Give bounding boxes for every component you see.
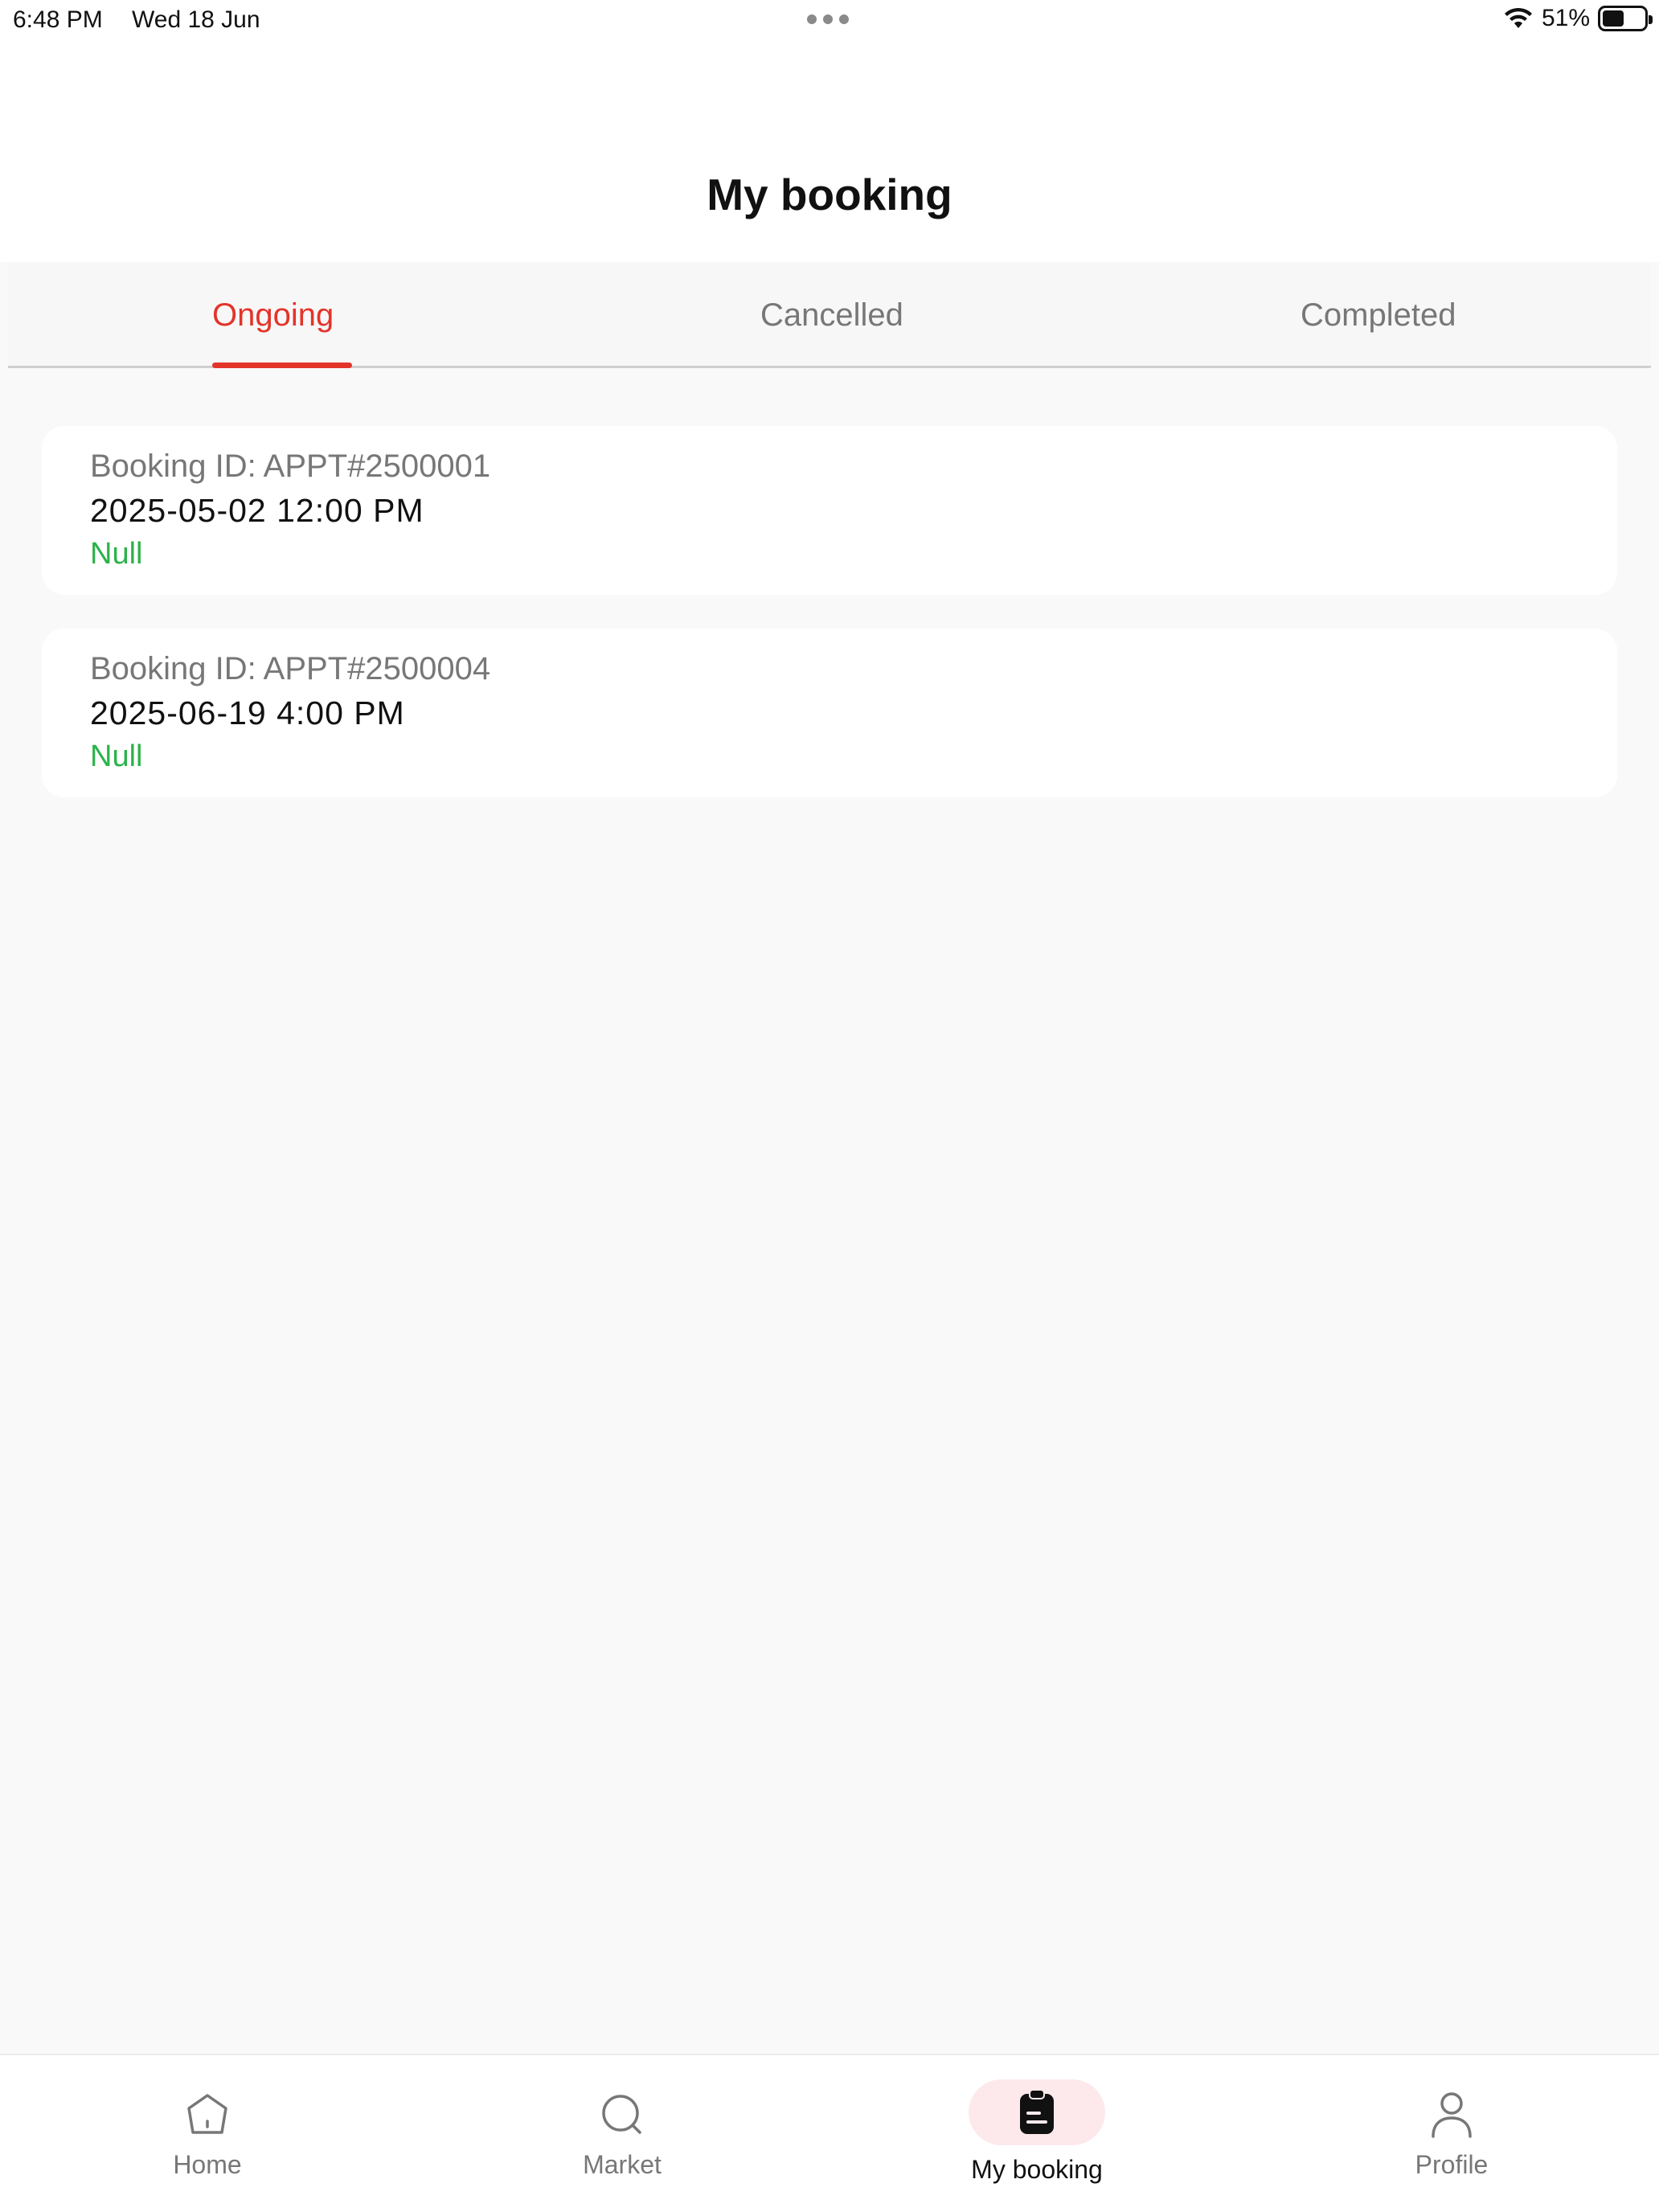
booking-id: Booking ID: APPT#2500004 <box>90 651 491 686</box>
booking-datetime: 2025-06-19 4:00 PM <box>90 694 405 731</box>
booking-status: Null <box>90 739 143 773</box>
nav-market-label: Market <box>583 2150 662 2179</box>
battery-percent: 51% <box>1541 5 1590 31</box>
nav-home-label: Home <box>173 2150 242 2179</box>
tab-completed[interactable]: Completed <box>1301 297 1456 334</box>
header: My booking <box>0 48 1659 262</box>
tab-cancelled[interactable]: Cancelled <box>760 297 903 334</box>
bottom-nav: Home Market My booking Profile <box>0 2054 1659 2212</box>
tab-ongoing[interactable]: Ongoing <box>212 297 334 334</box>
nav-market[interactable]: Market <box>502 2055 743 2212</box>
status-bar: 6:48 PM Wed 18 Jun 51% <box>0 0 1659 48</box>
booking-card[interactable]: Booking ID: APPT#2500001 2025-05-02 12:0… <box>42 426 1617 595</box>
nav-profile-label: Profile <box>1415 2150 1489 2179</box>
page-title: My booking <box>707 170 952 219</box>
nav-home[interactable]: Home <box>87 2055 328 2212</box>
wifi-icon <box>1504 7 1532 28</box>
status-indicators: 51% <box>1503 5 1653 32</box>
booking-card[interactable]: Booking ID: APPT#2500004 2025-06-19 4:00… <box>42 629 1617 797</box>
home-icon <box>175 2086 240 2144</box>
nav-profile[interactable]: Profile <box>1331 2055 1572 2212</box>
nav-my-booking-label: My booking <box>971 2155 1103 2184</box>
search-icon <box>590 2086 654 2144</box>
battery-level <box>1603 10 1624 27</box>
booking-tabs: Ongoing Cancelled Completed <box>8 262 1651 368</box>
booking-status: Null <box>90 537 143 571</box>
screen: 6:48 PM Wed 18 Jun 51% My booking Ongoin… <box>0 0 1659 2212</box>
nav-my-booking[interactable]: My booking <box>916 2055 1157 2212</box>
battery-icon <box>1598 6 1653 31</box>
status-date: Wed 18 Jun <box>132 6 260 33</box>
person-icon <box>1419 2086 1484 2144</box>
tab-active-indicator <box>212 363 352 368</box>
multitasking-dots-icon[interactable] <box>807 14 849 24</box>
booking-datetime: 2025-05-02 12:00 PM <box>90 492 424 529</box>
status-time: 6:48 PM <box>13 6 103 33</box>
clipboard-icon <box>969 2079 1105 2145</box>
booking-id: Booking ID: APPT#2500001 <box>90 449 491 484</box>
